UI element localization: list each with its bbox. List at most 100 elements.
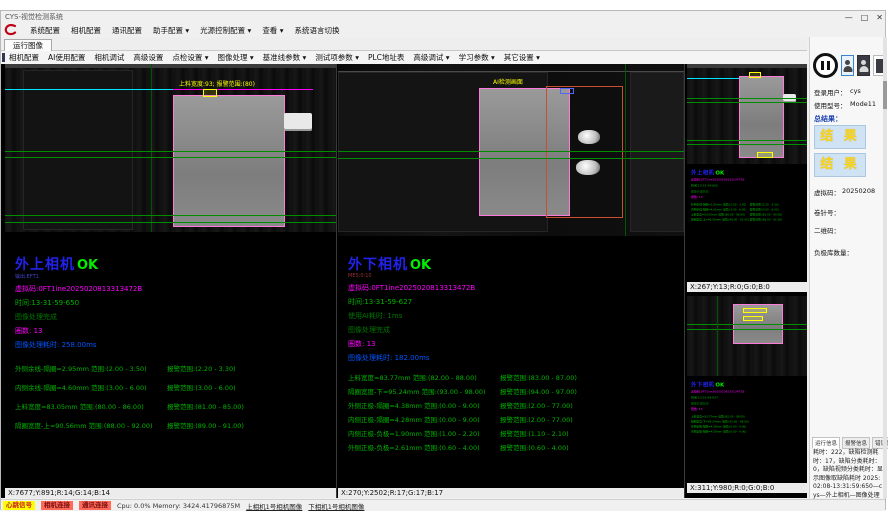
app-logo-icon (4, 24, 17, 36)
info-tab-strip: 运行信息 报警信息 错误信息 (812, 437, 888, 449)
measure-line-4 (5, 222, 336, 223)
status-bar: 心跳信号 相机连接 通讯连接 Cpu: 0.0% Memory: 3424.41… (1, 499, 885, 511)
tool-spot-check[interactable]: 点检设置 ▾ (172, 52, 208, 63)
measure-line-2 (687, 102, 807, 103)
thumb1-turns: 圈数: 13 (691, 195, 804, 199)
scrollbar-thumb[interactable] (883, 81, 887, 109)
heartbeat-status-badge: 心跳信号 (3, 501, 35, 510)
info-tab-run[interactable]: 运行信息 (812, 437, 840, 449)
upper-camera-panel: 上料宽度:93; 报警范围:(80) 外上相机OK 输出:EFT1 虚拟码:0F… (5, 64, 337, 498)
measure-row: 外侧正极-负极=2.61mm 范围:(0.60 - 4.00)报警范围:(0.6… (348, 442, 678, 456)
main-view-area: 上料宽度:93; 报警范围:(80) 外上相机OK 输出:EFT1 虚拟码:0F… (1, 64, 807, 498)
measure-text: 上料宽度=83.77mm 范围:(82.00 - 88.00) (691, 415, 745, 418)
app-root: CYS-视觉检测系统 — □ ✕ 系统配置 相机配置 通讯配置 助手配置 ▾ 光… (0, 0, 888, 522)
measure-line-2 (687, 329, 807, 330)
virtual-code-label: 虚拟码： (814, 187, 840, 197)
tool-advanced-settings[interactable]: 高级设置 (133, 52, 163, 63)
measure-text: 上料宽度=83.05mm 范围:(80.00 - 86.00) (691, 213, 745, 216)
vertical-guide-line (625, 64, 626, 236)
menu-item-camera-config[interactable]: 相机配置 (71, 25, 101, 36)
result-box-1: 结 果 (814, 125, 866, 149)
upper-camera-image[interactable]: 上料宽度:93; 报警范围:(80) (5, 64, 336, 232)
alarm-text: 报警范围:(2.00 - 77.00) (500, 414, 573, 424)
measure-line-1 (687, 324, 807, 325)
detect-roi-box (560, 88, 574, 94)
measure-text: 隔圈宽度-下=95.24mm 范围:(93.00 - 98.00) (348, 388, 486, 396)
measure-text: 内侧正极-隔圈=4.28mm 范围:(0.00 - 9.00) (691, 430, 746, 433)
menu-item-view[interactable]: 查看 ▾ (262, 25, 283, 36)
tool-camera-debug[interactable]: 相机调试 (94, 52, 124, 63)
tool-other-settings[interactable]: 其它设置 ▾ (504, 52, 540, 63)
tool-image-processing[interactable]: 图像处理 ▾ (218, 52, 254, 63)
cpu-memory-readout: Cpu: 0.0% Memory: 3424.41796875M (117, 502, 240, 510)
menu-item-light-control[interactable]: 光源控制配置 ▾ (200, 25, 251, 36)
alarm-text: 报警范围:(3.00 - 6.00) (750, 207, 779, 211)
measure-text: 外侧正极-隔圈=4.38mm 范围:(0.00 - 9.00) (348, 402, 480, 410)
camera-connect-badge: 相机连接 (41, 501, 73, 510)
anode-stock-label: 负极库数量： (814, 247, 853, 257)
menu-item-language-switch[interactable]: 系统语言切换 (294, 25, 339, 36)
tool-ai-usage-config[interactable]: AI使用配置 (48, 52, 85, 63)
alarm-text: 报警范围:(81.00 - 85.00) (750, 212, 782, 216)
alarm-text: 报警范围:(89.00 - 91.00) (167, 420, 244, 430)
tool-test-params[interactable]: 测试项参数 ▾ (315, 52, 359, 63)
thumb1-barcode: 虚拟码:0FT1ine2025020813313472B (691, 178, 804, 182)
measure-text: 内侧正极-负极=1.90mm 范围:(1.00 - 2.20) (348, 430, 480, 438)
measure-line-2 (5, 157, 336, 158)
close-icon[interactable]: ✕ (876, 13, 883, 22)
right-panel-scrollbar[interactable] (883, 37, 887, 498)
measure-text: 隔圈宽度-下=95.24mm 范围:(93.00 - 98.00) (691, 420, 749, 423)
vertical-guide-line (717, 296, 718, 376)
measure-row: 外侧余线-隔圈=2.95mm 范围:(2.00 - 3.50)报警范围:(2.2… (15, 363, 330, 382)
thumb1-time: 时间:13-31-59-650 (691, 184, 804, 188)
measure-row: 隔圈宽度-下=95.24mm 范围:(93.00 - 98.00)报警范围:(9… (348, 386, 678, 400)
measure-line-1 (687, 98, 807, 99)
baseline-magenta-line (173, 89, 313, 90)
maximize-icon[interactable]: □ (861, 13, 869, 22)
alarm-text: 报警范围:(83.00 - 87.00) (500, 372, 577, 382)
upper-camera-image-link[interactable]: 上相机1号相机图像 (246, 501, 302, 511)
thumb2-image[interactable] (687, 296, 807, 376)
user-login-button[interactable] (841, 55, 854, 76)
lower-title-line: 外下相机OK (348, 254, 678, 274)
thumb1-done: 图像处理完成 (691, 189, 804, 193)
alarm-text: 报警范围:(1.10 - 2.10) (500, 428, 569, 438)
tool-baseline-params[interactable]: 基准线参数 ▾ (263, 52, 307, 63)
menu-item-assist-config[interactable]: 助手配置 ▾ (153, 25, 189, 36)
tool-plc-address[interactable]: PLC地址表 (368, 52, 404, 63)
menu-item-comm-config[interactable]: 通讯配置 (112, 25, 142, 36)
upper-done: 图像处理完成 (15, 312, 330, 322)
yellow-tick-mark (743, 316, 763, 321)
menu-item-system-config[interactable]: 系统配置 (30, 25, 60, 36)
menu-bar: 系统配置 相机配置 通讯配置 助手配置 ▾ 光源控制配置 ▾ 查看 ▾ 系统语言… (1, 23, 810, 37)
lower-barcode: 虚拟码:0FT1ine2025020813313472B (348, 283, 678, 293)
measure-text: 上料宽度=83.05mm 范围:(80.00 - 86.00) (15, 403, 144, 411)
person-icon (843, 60, 852, 72)
measure-text: 内侧余线-隔圈=4.60mm 范围:(3.00 - 6.00) (691, 208, 746, 211)
qrcode-label: 二维码： (814, 225, 840, 235)
yellow-tick-mark (203, 89, 217, 97)
bright-spot (578, 130, 600, 144)
lower-camera-image-link[interactable]: 下相机1号相机图像 (308, 501, 364, 511)
thumbnail-camera-panel-2: 外下相机OK 虚拟码:0FT1ine2025020813313472B 时间:1… (687, 296, 807, 493)
exit-door-icon (876, 59, 883, 73)
machine-silhouette (630, 72, 684, 232)
thumb1-ok: OK (715, 170, 724, 176)
upper-barcode: 虚拟码:0FT1ine2025020813313472B (15, 284, 330, 294)
measure-row: 内侧余线-隔圈=4.60mm 范围:(3.00 - 6.00)报警范围:(3.0… (15, 382, 330, 401)
tool-learning-params[interactable]: 学习参数 ▾ (459, 52, 495, 63)
minimize-icon[interactable]: — (845, 13, 853, 22)
lower-camera-panel: AI检测画面 外下相机OK MES:0:10 虚拟码:0FT1ine202502… (338, 64, 685, 498)
tool-camera-config[interactable]: 相机配置 (9, 52, 39, 63)
upper-turns: 圈数: 13 (15, 326, 330, 336)
thumb2-title: 外下相机 (691, 382, 715, 388)
tool-advanced-debug[interactable]: 高级调试 ▾ (413, 52, 449, 63)
thumb1-image[interactable] (687, 64, 807, 164)
pause-button[interactable] (813, 53, 838, 78)
measure-text: 隔圈宽度-上=90.56mm 范围:(88.00 - 92.00) (691, 218, 749, 221)
machine-silhouette (23, 70, 133, 230)
thumb2-barcode: 虚拟码:0FT1ine2025020813313472B (691, 390, 804, 394)
info-tab-alarm[interactable]: 报警信息 (842, 437, 870, 449)
user-manage-button[interactable] (857, 55, 870, 76)
lower-camera-image[interactable]: AI检测画面 (338, 64, 684, 236)
